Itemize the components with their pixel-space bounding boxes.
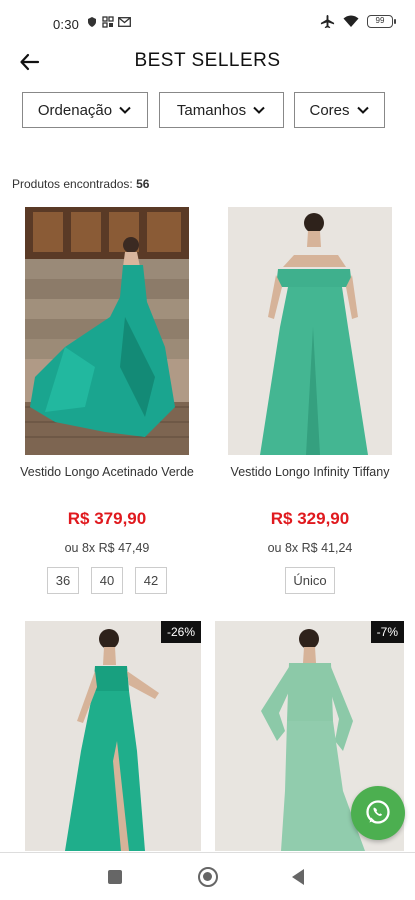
battery-level: 99 bbox=[375, 16, 385, 25]
status-bar: 0:30 99 bbox=[0, 0, 415, 44]
chevron-down-icon bbox=[119, 106, 131, 114]
notification-icons bbox=[86, 16, 131, 28]
whatsapp-icon bbox=[366, 800, 390, 824]
dress-photo bbox=[25, 621, 201, 851]
results-label: Produtos encontrados: bbox=[12, 177, 133, 191]
product-image[interactable] bbox=[25, 207, 189, 455]
size-chip[interactable]: 40 bbox=[91, 567, 123, 594]
size-chip[interactable]: 42 bbox=[135, 567, 167, 594]
discount-badge: -7% bbox=[370, 621, 404, 643]
product-name[interactable]: Vestido Longo Infinity Tiffany bbox=[215, 464, 405, 480]
sort-dropdown[interactable]: Ordenação bbox=[22, 92, 148, 128]
shield-icon bbox=[88, 17, 96, 27]
size-options: 36 40 42 bbox=[12, 567, 202, 594]
size-filter-dropdown[interactable]: Tamanhos bbox=[159, 92, 284, 128]
battery-icon: 99 bbox=[367, 15, 396, 28]
chevron-down-icon bbox=[356, 106, 369, 114]
mail-icon bbox=[118, 17, 131, 27]
grid-icon bbox=[102, 16, 114, 28]
results-count: Produtos encontrados: 56 bbox=[12, 177, 149, 191]
dress-photo bbox=[25, 207, 189, 455]
system-back-button[interactable] bbox=[292, 869, 304, 885]
size-chip[interactable]: 36 bbox=[47, 567, 79, 594]
page-title: BEST SELLERS bbox=[134, 50, 281, 71]
discount-badge: -26% bbox=[160, 621, 201, 643]
color-filter-label: Cores bbox=[309, 101, 350, 119]
product-installment: ou 8x R$ 41,24 bbox=[267, 541, 353, 555]
product-price: R$ 379,90 bbox=[67, 509, 147, 528]
product-image[interactable] bbox=[228, 207, 392, 455]
system-icons: 99 bbox=[320, 14, 396, 29]
product-name[interactable]: Vestido Longo Acetinado Verde bbox=[12, 464, 202, 480]
product-price: R$ 329,90 bbox=[270, 509, 350, 528]
color-filter-dropdown[interactable]: Cores bbox=[294, 92, 385, 128]
results-number: 56 bbox=[136, 177, 150, 191]
size-chip[interactable]: Único bbox=[285, 567, 335, 594]
status-time: 0:30 bbox=[53, 17, 80, 32]
whatsapp-button[interactable] bbox=[351, 786, 405, 840]
system-nav-bar bbox=[0, 852, 415, 900]
size-filter-label: Tamanhos bbox=[176, 101, 247, 119]
product-image[interactable]: -26% bbox=[25, 621, 201, 851]
product-installment: ou 8x R$ 47,49 bbox=[64, 541, 150, 555]
dress-photo bbox=[228, 207, 392, 455]
header: BEST SELLERS bbox=[0, 44, 415, 80]
home-button[interactable] bbox=[198, 867, 218, 887]
airplane-icon bbox=[320, 14, 335, 29]
recent-apps-button[interactable] bbox=[108, 870, 122, 884]
sort-label: Ordenação bbox=[37, 101, 113, 119]
size-options: Único bbox=[215, 567, 405, 594]
wifi-icon bbox=[343, 15, 359, 27]
chevron-down-icon bbox=[253, 106, 265, 114]
